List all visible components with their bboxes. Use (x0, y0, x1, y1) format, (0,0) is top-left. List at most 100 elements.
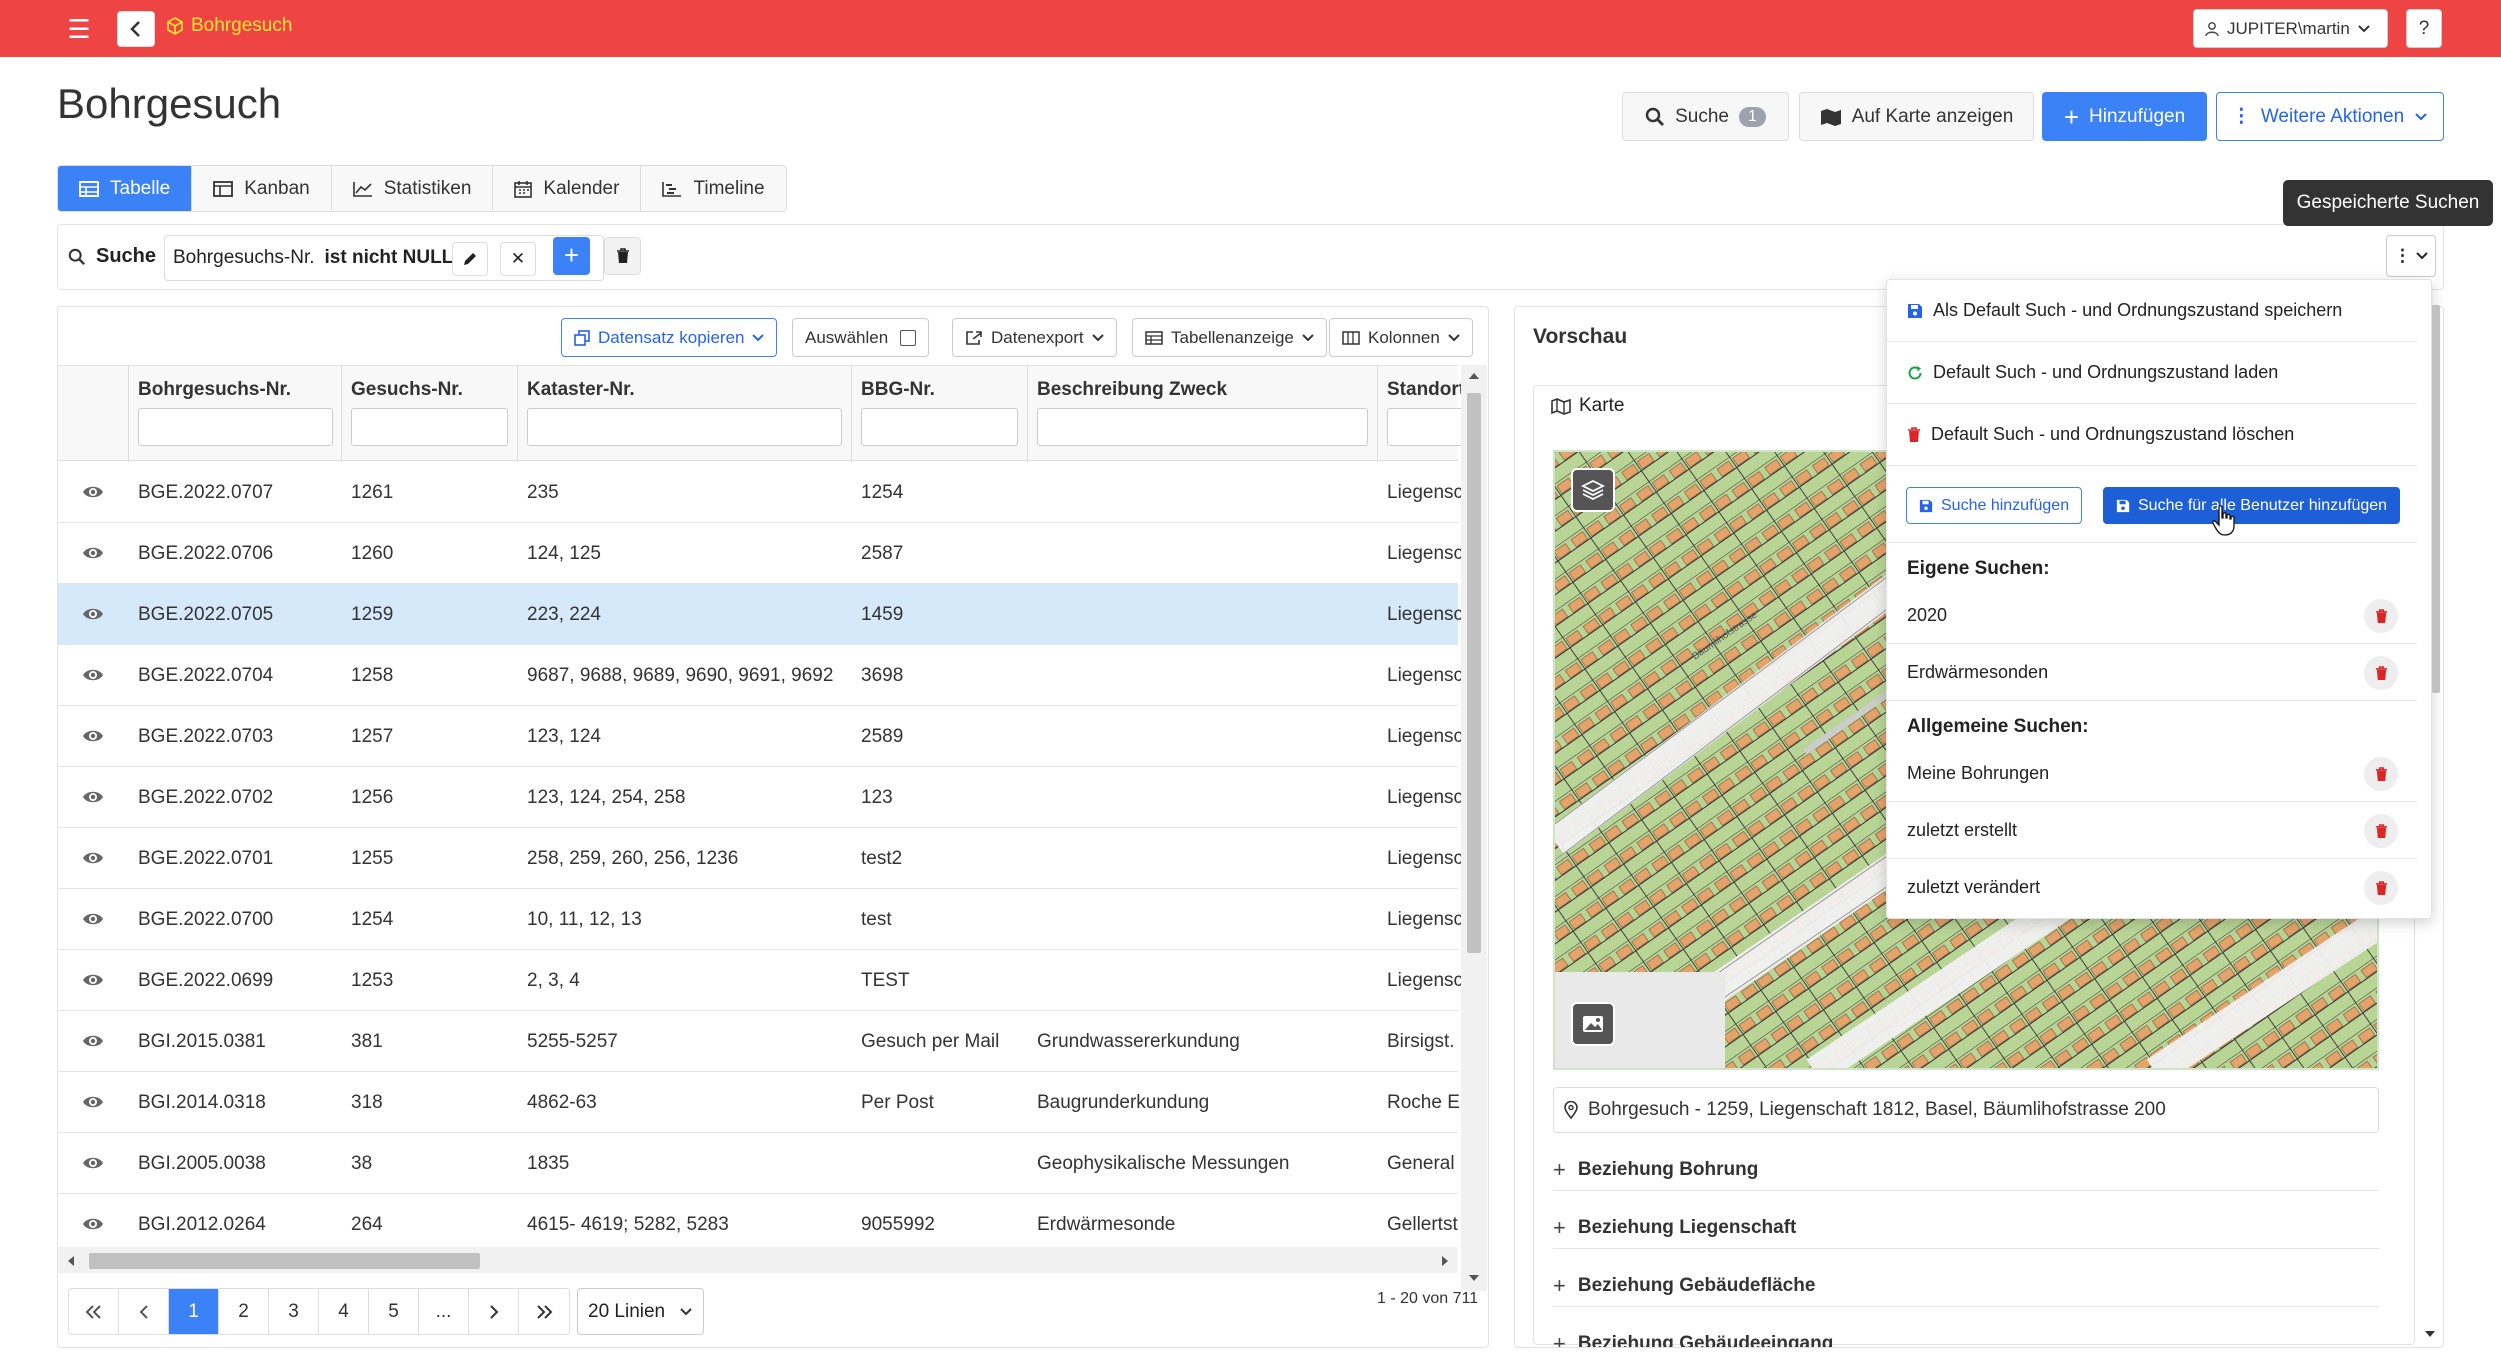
column-filter-input[interactable] (1387, 408, 1467, 446)
column-filter-input[interactable] (1037, 408, 1368, 446)
tab-tabelle[interactable]: Tabelle (58, 166, 193, 211)
eye-icon[interactable] (82, 725, 104, 747)
select-checkbox[interactable] (900, 329, 917, 346)
page-button-1[interactable]: 1 (169, 1289, 219, 1334)
table-row[interactable]: BGE.2022.0703 1257 123, 124 2589 Liegensc (58, 706, 1462, 767)
add-filter-button[interactable]: + (553, 237, 590, 275)
horizontal-scroll-thumb[interactable] (89, 1253, 480, 1269)
table-row[interactable]: BGE.2022.0706 1260 124, 125 2587 Liegensc (58, 523, 1462, 584)
column-filter-input[interactable] (138, 408, 333, 446)
lines-per-page-select[interactable]: 20 Linien (577, 1288, 704, 1335)
layers-button[interactable] (1571, 468, 1615, 512)
select-toggle[interactable]: Auswählen (792, 318, 930, 357)
last-page-button[interactable] (519, 1289, 569, 1334)
save-default-state-item[interactable]: Als Default Such - und Ordnungszustand s… (1887, 280, 2417, 342)
table-row[interactable]: BGI.2012.0264 264 4615- 4619; 5282, 5283 90… (58, 1194, 1458, 1255)
remove-filter-button[interactable]: ✕ (500, 242, 536, 276)
location-field[interactable]: Bohrgesuch - 1259, Liegenschaft 1812, Ba… (1553, 1087, 2379, 1133)
eye-icon[interactable] (82, 1030, 104, 1052)
tab-kanban[interactable]: Kanban (192, 166, 332, 211)
help-button[interactable]: ? (2406, 9, 2442, 48)
eye-icon[interactable] (82, 847, 104, 869)
image-button[interactable] (1571, 1002, 1615, 1046)
column-header[interactable]: Kataster-Nr. (518, 366, 852, 462)
page-button-5[interactable]: 5 (369, 1289, 419, 1334)
column-header[interactable]: BBG-Nr. (852, 366, 1028, 462)
saved-search-item[interactable]: 2020 (1887, 587, 2417, 644)
eye-icon[interactable] (82, 1213, 104, 1235)
column-header[interactable]: Bohrgesuchs-Nr. (129, 366, 342, 462)
table-row[interactable]: BGE.2022.0700 1254 10, 11, 12, 13 test Liege… (58, 889, 1462, 950)
column-header[interactable]: Standort (1378, 366, 1468, 462)
menu-scrollbar[interactable] (2432, 305, 2440, 693)
eye-icon[interactable] (82, 664, 104, 686)
eye-icon[interactable] (82, 908, 104, 930)
vertical-scrollbar[interactable] (1461, 365, 1487, 1291)
back-button[interactable] (117, 11, 155, 47)
column-filter-input[interactable] (861, 408, 1018, 446)
edit-filter-button[interactable] (452, 242, 488, 276)
next-page-button[interactable] (469, 1289, 519, 1334)
more-actions-button[interactable]: ⋮ Weitere Aktionen (2216, 92, 2444, 141)
tab-kalender[interactable]: Kalender (493, 166, 642, 211)
horizontal-scrollbar[interactable] (58, 1247, 1458, 1273)
filter-chip[interactable]: Bohrgesuchs-Nr. ist nicht NULL ✕ (164, 235, 604, 281)
add-search-all-users-button[interactable]: Suche für alle Benutzer hinzufügen (2103, 487, 2401, 524)
table-row[interactable]: BGE.2022.0702 1256 123, 124, 254, 258 123 Li… (58, 767, 1462, 828)
prev-page-button[interactable] (119, 1289, 169, 1334)
delete-filter-button[interactable] (604, 237, 641, 275)
table-row[interactable]: BGE.2022.0704 1258 9687, 9688, 9689, 9690,… (58, 645, 1462, 706)
table-view-button[interactable]: Tabellenanzeige (1132, 318, 1327, 357)
saved-search-item[interactable]: zuletzt verändert (1887, 859, 2417, 916)
delete-saved-search-button[interactable] (2364, 871, 2398, 905)
relation-bohrung[interactable]: + Beziehung Bohrung (1553, 1149, 2379, 1191)
first-page-button[interactable] (69, 1289, 119, 1334)
show-on-map-button[interactable]: Auf Karte anzeigen (1799, 92, 2034, 141)
tab-timeline[interactable]: Timeline (641, 166, 786, 211)
columns-button[interactable]: Kolonnen (1329, 318, 1473, 357)
saved-searches-button[interactable]: ⋮ (2386, 235, 2436, 277)
page-ellipsis[interactable]: ... (419, 1289, 469, 1334)
add-button[interactable]: + Hinzufügen (2042, 92, 2207, 141)
column-filter-input[interactable] (527, 408, 842, 446)
table-row[interactable]: BGI.2005.0038 38 1835 Geophysikalische Mess… (58, 1133, 1462, 1194)
add-search-button[interactable]: Suche hinzufügen (1906, 487, 2083, 524)
saved-search-item[interactable]: Erdwärmesonden (1887, 644, 2417, 701)
table-row[interactable]: BGE.2022.0707 1261 235 1254 Liegensc (58, 462, 1462, 523)
eye-icon[interactable] (82, 969, 104, 991)
search-button[interactable]: Suche 1 (1622, 92, 1789, 141)
relation-gebaeudeeingang[interactable]: + Beziehung Gebäudeeingang (1553, 1323, 2379, 1348)
eye-icon[interactable] (82, 1091, 104, 1113)
delete-saved-search-button[interactable] (2364, 757, 2398, 791)
relation-liegenschaft[interactable]: + Beziehung Liegenschaft (1553, 1207, 2379, 1249)
delete-saved-search-button[interactable] (2364, 814, 2398, 848)
data-export-button[interactable]: Datenexport (952, 318, 1117, 357)
delete-saved-search-button[interactable] (2364, 656, 2398, 690)
saved-search-item[interactable]: zuletzt erstellt (1887, 802, 2417, 859)
load-default-state-item[interactable]: Default Such - und Ordnungszustand laden (1887, 342, 2417, 404)
table-row[interactable]: BGE.2022.0701 1255 258, 259, 260, 256, 123… (58, 828, 1462, 889)
eye-icon[interactable] (82, 1152, 104, 1174)
tab-statistiken[interactable]: Statistiken (331, 166, 494, 211)
eye-icon[interactable] (82, 786, 104, 808)
menu-icon[interactable]: ☰ (64, 14, 94, 44)
copy-record-button[interactable]: Datensatz kopieren (561, 318, 778, 357)
table-row[interactable]: BGI.2015.0381 381 5255-5257 Gesuch per Mail… (58, 1011, 1458, 1072)
table-row[interactable]: BGI.2014.0318 318 4862-63 Per Post Baugrunde… (58, 1072, 1462, 1133)
column-header[interactable]: Beschreibung Zweck (1028, 366, 1378, 462)
table-row[interactable]: BGE.2022.0699 1253 2, 3, 4 TEST Liegensc (58, 950, 1462, 1011)
page-button-3[interactable]: 3 (269, 1289, 319, 1334)
page-button-4[interactable]: 4 (319, 1289, 369, 1334)
relation-gebaeudeflaeche[interactable]: + Beziehung Gebäudefläche (1553, 1265, 2379, 1307)
page-button-2[interactable]: 2 (219, 1289, 269, 1334)
user-menu-button[interactable]: JUPITER\martin (2193, 9, 2388, 48)
column-filter-input[interactable] (351, 408, 508, 446)
table-row[interactable]: BGE.2022.0705 1259 223, 224 1459 Liegensc (58, 584, 1462, 645)
delete-saved-search-button[interactable] (2364, 599, 2398, 633)
eye-icon[interactable] (82, 603, 104, 625)
vertical-scroll-thumb[interactable] (1467, 393, 1481, 953)
eye-icon[interactable] (82, 481, 104, 503)
app-title[interactable]: Bohrgesuch (166, 15, 292, 37)
eye-icon[interactable] (82, 542, 104, 564)
column-header[interactable]: Gesuchs-Nr. (342, 366, 518, 462)
